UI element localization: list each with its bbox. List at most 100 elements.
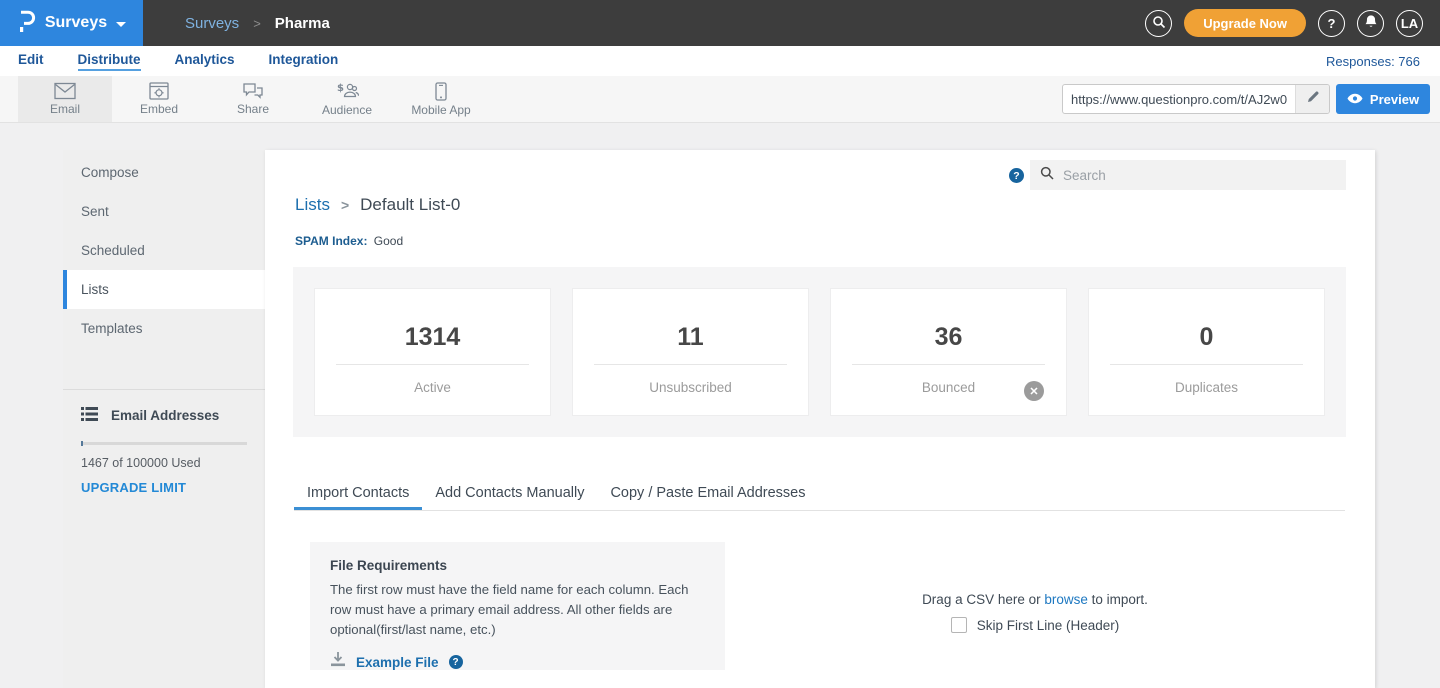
product-switcher[interactable]: Surveys	[0, 0, 143, 46]
tab-integration[interactable]: Integration	[269, 52, 339, 71]
blocked-icon[interactable]: ✕	[1024, 381, 1044, 401]
preview-label: Preview	[1370, 92, 1419, 107]
divider	[1110, 364, 1303, 365]
responses-count[interactable]: Responses: 766	[1326, 54, 1420, 69]
toolbar-item-audience[interactable]: $ Audience	[300, 76, 394, 122]
stat-card-active[interactable]: 1314 Active	[314, 288, 551, 416]
breadcrumb-separator: >	[253, 16, 261, 31]
spam-index: SPAM Index: Good	[295, 234, 403, 248]
toolbar-item-embed[interactable]: Embed	[112, 76, 206, 122]
list-search-box	[1030, 160, 1346, 190]
breadcrumb: Surveys > Pharma	[185, 15, 330, 32]
toolbar-item-mobile-app[interactable]: Mobile App	[394, 76, 488, 122]
stat-card-bounced[interactable]: 36 Bounced ✕	[830, 288, 1067, 416]
tab-edit[interactable]: Edit	[18, 52, 44, 71]
sidebar-item-lists[interactable]: Lists	[63, 270, 265, 309]
current-list-name: Default List-0	[360, 195, 460, 215]
sidebar-item-sent[interactable]: Sent	[63, 192, 265, 231]
email-usage-progressbar	[81, 442, 247, 445]
mobile-phone-icon	[435, 82, 447, 101]
contacts-tabs: Import Contacts Add Contacts Manually Co…	[294, 478, 1345, 511]
divider	[594, 364, 787, 365]
audience-people-icon: $	[335, 82, 359, 101]
share-bubbles-icon	[242, 82, 264, 100]
csv-dropzone[interactable]: Drag a CSV here or browse to import. Ski…	[825, 592, 1245, 633]
toolbar-item-label: Audience	[322, 103, 372, 117]
search-icon	[1152, 15, 1166, 32]
example-file-help-icon[interactable]: ?	[449, 655, 463, 669]
stat-label: Duplicates	[1175, 380, 1238, 395]
toolbar-item-share[interactable]: Share	[206, 76, 300, 122]
tab-distribute[interactable]: Distribute	[78, 52, 141, 71]
lists-link[interactable]: Lists	[295, 195, 330, 215]
spam-index-value: Good	[374, 234, 403, 248]
chevron-down-icon	[116, 22, 126, 27]
skip-first-line-row: Skip First Line (Header)	[825, 617, 1245, 633]
upgrade-now-button[interactable]: Upgrade Now	[1184, 9, 1306, 37]
topbar-actions: Upgrade Now ? LA	[1145, 9, 1440, 37]
email-addresses-header: Email Addresses	[63, 407, 265, 424]
email-sidebar: Compose Sent Scheduled Lists Templates E…	[63, 150, 265, 688]
tab-add-contacts-manually[interactable]: Add Contacts Manually	[422, 478, 597, 510]
distribute-toolbar: Email Embed Share $ Audience Mobile App	[0, 76, 1440, 123]
embed-window-icon	[149, 82, 169, 100]
preview-button[interactable]: Preview	[1336, 84, 1430, 114]
search-input[interactable]	[1063, 168, 1336, 183]
email-usage-fill	[81, 441, 83, 446]
example-file-row[interactable]: Example File ?	[330, 652, 705, 672]
skip-first-line-checkbox[interactable]	[951, 617, 967, 633]
survey-nav: Edit Distribute Analytics Integration Re…	[0, 46, 1440, 76]
file-requirements-title: File Requirements	[330, 558, 705, 573]
content-area: Compose Sent Scheduled Lists Templates E…	[0, 123, 1440, 688]
email-envelope-icon	[54, 82, 76, 100]
svg-text:$: $	[337, 83, 344, 94]
stat-card-duplicates[interactable]: 0 Duplicates	[1088, 288, 1325, 416]
toolbar-item-label: Email	[50, 102, 80, 116]
list-icon	[81, 407, 98, 424]
product-label: Surveys	[45, 14, 107, 32]
bell-icon	[1364, 14, 1378, 32]
pencil-icon	[1306, 90, 1320, 109]
tab-import-contacts[interactable]: Import Contacts	[294, 478, 422, 510]
app-window: Surveys Surveys > Pharma Upgrade Now ? L…	[0, 0, 1440, 688]
divider	[852, 364, 1045, 365]
eye-icon	[1347, 92, 1363, 107]
help-button[interactable]: ?	[1318, 10, 1345, 37]
search-button[interactable]	[1145, 10, 1172, 37]
tab-copy-paste-email-addresses[interactable]: Copy / Paste Email Addresses	[597, 478, 818, 510]
browse-link[interactable]: browse	[1044, 592, 1088, 607]
stat-card-unsubscribed[interactable]: 11 Unsubscribed	[572, 288, 809, 416]
breadcrumb-separator: >	[341, 197, 349, 213]
sidebar-item-compose[interactable]: Compose	[63, 153, 265, 192]
upgrade-limit-link[interactable]: UPGRADE LIMIT	[81, 480, 186, 495]
file-requirements-box: File Requirements The first row must hav…	[310, 542, 725, 670]
notifications-button[interactable]	[1357, 10, 1384, 37]
stat-label: Unsubscribed	[649, 380, 732, 395]
download-icon	[330, 652, 346, 672]
file-requirements-body: The first row must have the field name f…	[330, 580, 705, 639]
list-breadcrumb: Lists > Default List-0	[295, 195, 460, 215]
toolbar-item-email[interactable]: Email	[18, 76, 112, 122]
stat-label: Active	[414, 380, 451, 395]
survey-url-input[interactable]	[1063, 85, 1295, 113]
breadcrumb-surveys-link[interactable]: Surveys	[185, 15, 239, 32]
email-addresses-title: Email Addresses	[111, 408, 219, 423]
sidebar-item-scheduled[interactable]: Scheduled	[63, 231, 265, 270]
stat-label: Bounced	[922, 380, 975, 395]
tab-analytics[interactable]: Analytics	[175, 52, 235, 71]
edit-url-button[interactable]	[1295, 85, 1329, 113]
stat-value: 36	[935, 323, 963, 352]
toolbar-item-label: Mobile App	[411, 103, 470, 117]
stat-value: 0	[1200, 323, 1214, 352]
help-icon[interactable]: ?	[1009, 168, 1024, 183]
sidebar-divider	[63, 389, 265, 390]
toolbar-item-label: Share	[237, 102, 269, 116]
email-usage-text: 1467 of 100000 Used	[63, 456, 265, 470]
skip-first-line-label: Skip First Line (Header)	[977, 618, 1120, 633]
example-file-link[interactable]: Example File	[356, 655, 439, 670]
avatar[interactable]: LA	[1396, 10, 1423, 37]
spam-index-label: SPAM Index:	[295, 234, 367, 248]
breadcrumb-survey-name: Pharma	[275, 15, 330, 32]
questionpro-logo-icon	[17, 9, 36, 38]
sidebar-item-templates[interactable]: Templates	[63, 309, 265, 348]
